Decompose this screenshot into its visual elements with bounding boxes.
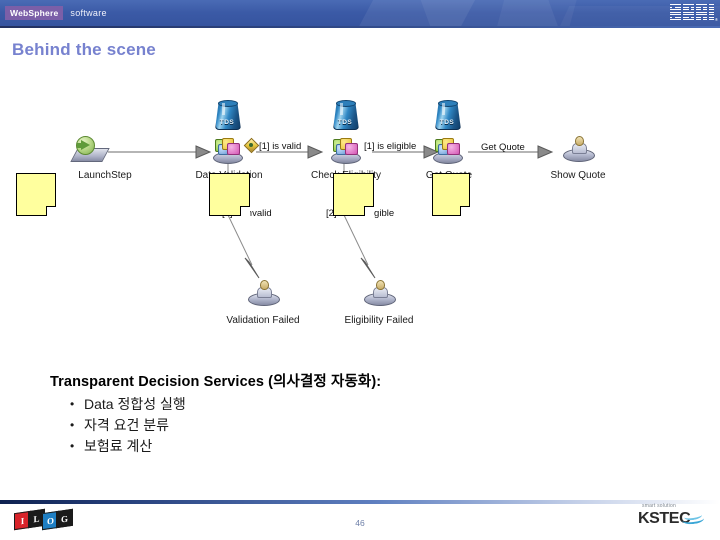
banner-decor-shape-1: [354, 0, 476, 28]
list-item: 자격 요건 분류: [50, 415, 610, 436]
ibm-logo-stripes: [670, 4, 714, 21]
page-number: 46: [355, 518, 365, 528]
tds-server-label: TDS: [439, 119, 455, 126]
sticky-note-fold-icon: [240, 206, 250, 216]
content-bullet-list: Data 정합성 실행 자격 요건 분류 보험료 계산: [50, 394, 610, 457]
rule-decision-icon-get-quote[interactable]: [432, 138, 464, 164]
banner-underline: [0, 26, 720, 28]
tds-server-icon-check-eligibility: TDS: [330, 100, 360, 134]
node-label-eligibility-failed: Eligibility Failed: [344, 315, 414, 326]
sticky-note-fold-icon: [46, 206, 56, 216]
sticky-note[interactable]: [432, 173, 470, 216]
flow-label-is-valid: [1] is valid: [259, 141, 302, 152]
tds-server-label: TDS: [219, 119, 235, 126]
software-label: software: [70, 7, 107, 18]
page-title: Behind the scene: [12, 40, 156, 59]
node-label-show-quote: Show Quote: [550, 170, 606, 181]
node-label-validation-failed: Validation Failed: [226, 315, 300, 326]
actor-icon-validation-failed[interactable]: [248, 280, 280, 308]
sticky-note[interactable]: [16, 173, 56, 216]
kstec-logo: smart solution KSTEC: [638, 503, 710, 531]
ibm-trademark-icon: ®: [715, 17, 718, 22]
list-item: 보험료 계산: [50, 436, 610, 457]
tds-server-label: TDS: [337, 119, 353, 126]
actor-icon-eligibility-failed[interactable]: [364, 280, 396, 308]
sticky-note[interactable]: [333, 173, 374, 216]
banner-decor-shape-3: [490, 0, 580, 28]
node-label-launch-step: LaunchStep: [78, 170, 132, 181]
sticky-note-fold-icon: [364, 206, 374, 216]
kstec-tagline: smart solution: [642, 503, 676, 509]
launch-step-icon[interactable]: [70, 136, 110, 164]
footer-divider: [0, 500, 720, 504]
decision-gem-icon-is-valid: [243, 137, 260, 154]
rule-decision-icon-check-eligibility[interactable]: [330, 138, 362, 164]
list-item: Data 정합성 실행: [50, 394, 610, 415]
top-banner: WebSphere software ®: [0, 0, 720, 28]
banner-decor-shape-2: [414, 0, 566, 28]
content-heading: Transparent Decision Services (의사결정 자동화)…: [50, 374, 382, 390]
ibm-logo: ®: [670, 4, 718, 22]
rule-decision-icon-data-validation[interactable]: [212, 138, 244, 164]
flow-label-is-eligible: [1] is eligible: [364, 141, 417, 152]
process-flow-diagram: TDS TDS TDS LaunchStep Data Validation […: [0, 90, 720, 340]
content-block: Transparent Decision Services (의사결정 자동화)…: [50, 370, 610, 457]
tds-server-icon-get-quote: TDS: [432, 100, 462, 134]
flow-label-get-quote: Get Quote: [481, 142, 525, 153]
actor-icon-show-quote[interactable]: [563, 136, 595, 164]
tds-server-icon-data-validation: TDS: [212, 100, 242, 134]
sticky-note[interactable]: [209, 173, 250, 216]
websphere-branding: WebSphere software: [5, 5, 107, 20]
sticky-note-fold-icon: [460, 206, 470, 216]
websphere-badge-label: WebSphere: [5, 5, 64, 20]
